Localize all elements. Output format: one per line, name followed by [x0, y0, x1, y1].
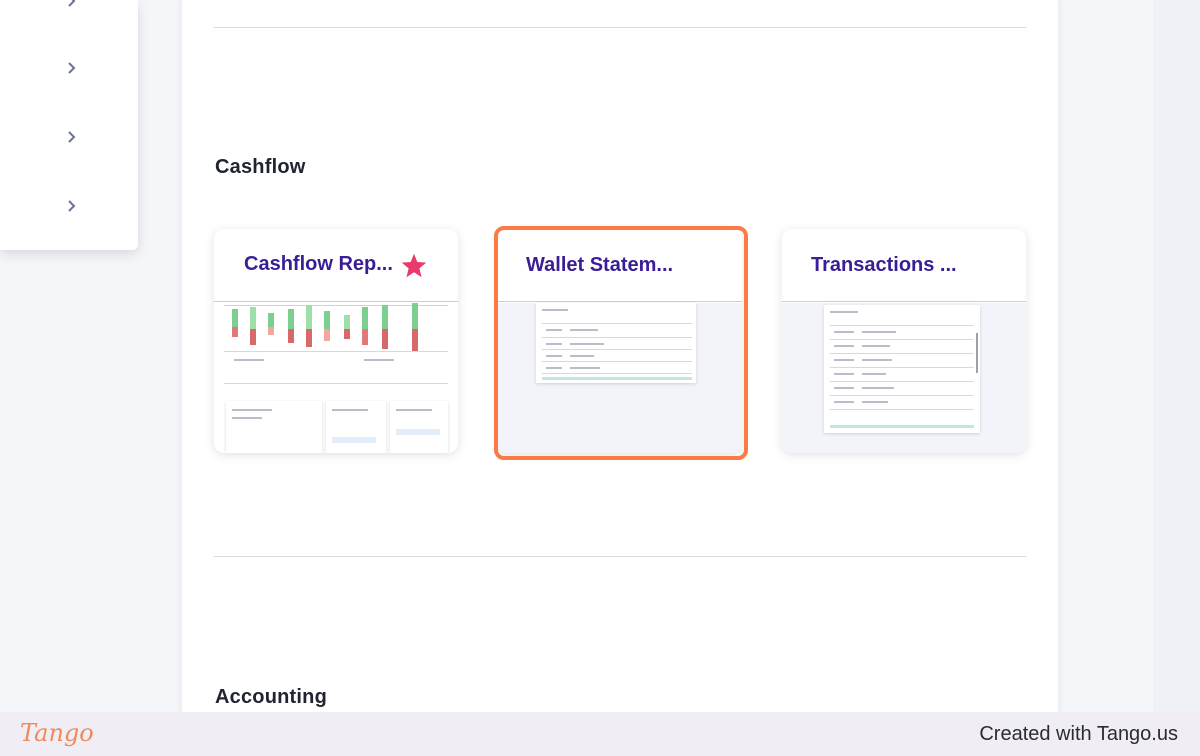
report-card-wallet-statement[interactable]: Wallet Statem... [498, 229, 742, 453]
chevron-right-icon[interactable] [64, 130, 78, 144]
chevron-right-icon[interactable] [64, 61, 78, 75]
divider [214, 27, 1026, 28]
card-title: Cashflow Rep... [244, 253, 393, 275]
card-header: Transactions ... [782, 229, 1026, 302]
card-preview-table [498, 303, 742, 453]
star-icon[interactable] [400, 252, 428, 280]
card-header: Cashflow Rep... [214, 229, 458, 302]
report-card-cashflow[interactable]: Cashflow Rep... [214, 229, 458, 453]
card-title: Wallet Statem... [526, 254, 674, 276]
chevron-right-icon[interactable] [64, 199, 78, 213]
chevron-right-icon[interactable] [64, 0, 78, 8]
tango-logo: Tango [20, 719, 94, 747]
divider [214, 556, 1026, 557]
card-title: Transactions ... [811, 254, 957, 276]
right-strip [1153, 0, 1200, 712]
section-title-accounting: Accounting [215, 686, 327, 708]
sidebar [0, 0, 138, 250]
card-header: Wallet Statem... [498, 229, 742, 302]
report-card-transactions[interactable]: Transactions ... [782, 229, 1026, 453]
footer-credit: Created with Tango.us [979, 723, 1178, 745]
card-preview-table [782, 303, 1026, 453]
section-title-cashflow: Cashflow [215, 156, 306, 178]
card-preview-chart [214, 303, 458, 453]
tango-footer: Tango Created with Tango.us [0, 712, 1200, 756]
